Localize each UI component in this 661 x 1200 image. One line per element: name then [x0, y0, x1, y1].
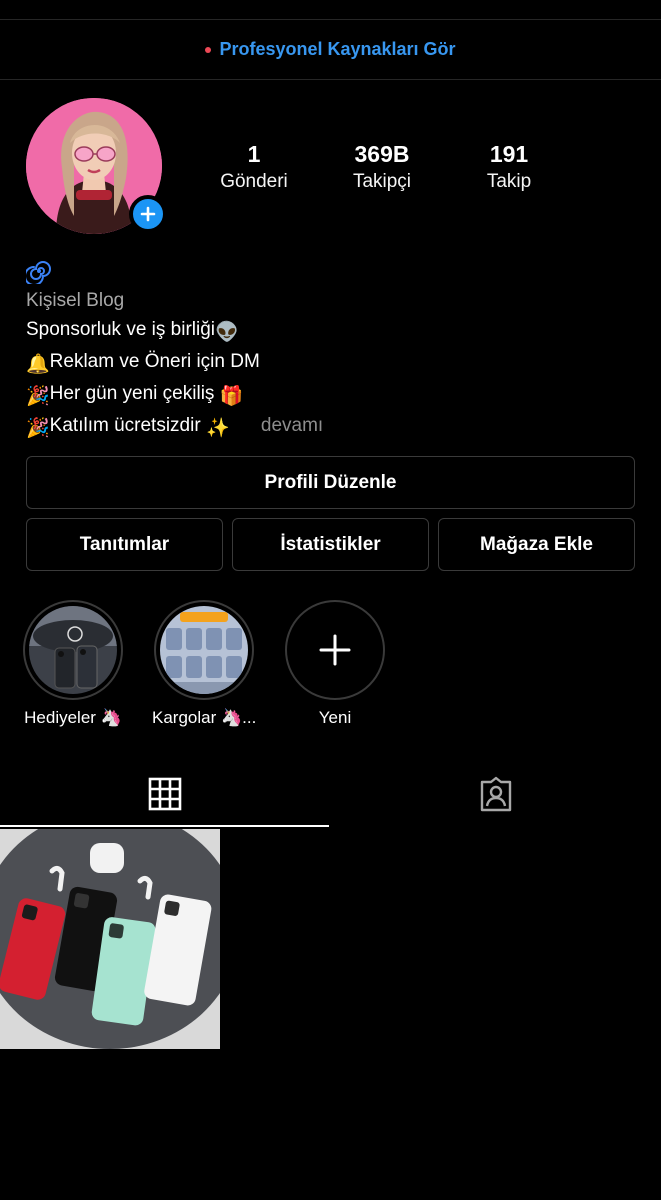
profile-tabs: [0, 760, 661, 828]
highlight-shipments[interactable]: Kargolar 🦄...: [152, 600, 256, 728]
highlight-ring: [23, 600, 123, 700]
bio-line-2: 🔔Reklam ve Öneri için DM: [26, 347, 636, 379]
plus-icon: [319, 634, 351, 666]
party-emoji: 🎉: [26, 386, 50, 407]
highlight-cover-image: [29, 606, 117, 694]
alien-emoji: 👽: [215, 322, 239, 343]
grid-post-thumbnail[interactable]: [0, 829, 220, 1049]
highlight-ring: [285, 600, 385, 700]
followers-count-value: 369B: [354, 141, 410, 167]
bio-line-1: Sponsorluk ve iş birliği👽: [26, 315, 636, 347]
highlight-label: Hediyeler 🦄: [24, 708, 122, 727]
followers-count-label: Takipçi: [352, 171, 412, 192]
profile-bio: Kişisel Blog Sponsorluk ve iş birliği👽 🔔…: [24, 258, 636, 443]
bio-line-4-text: Katılım ücretsizdir: [49, 415, 201, 436]
bio-category: Kişisel Blog: [26, 290, 125, 311]
new-highlight-button[interactable]: Yeni: [283, 600, 387, 728]
bio-line-3-text: Her gün yeni çekiliş: [49, 383, 215, 404]
party-emoji: 🎉: [26, 418, 50, 439]
highlight-ring: [154, 600, 254, 700]
bio-line-3: 🎉Her gün yeni çekiliş 🎁: [26, 379, 636, 411]
followers-count[interactable]: 369B Takipçi: [327, 140, 437, 196]
bell-emoji: 🔔: [26, 354, 50, 375]
gift-emoji: 🎁: [219, 386, 244, 407]
following-count-value: 191: [489, 141, 529, 167]
add-story-button[interactable]: [129, 195, 167, 233]
bio-line-4: 🎉Katılım ücretsizdir ✨ devamı: [26, 411, 636, 443]
highlight-label: Kargolar 🦄...: [152, 708, 257, 727]
bio-more-link[interactable]: devamı: [261, 415, 323, 436]
plus-icon: [140, 206, 156, 222]
posts-count-value: 1: [247, 141, 261, 167]
highlight-gifts[interactable]: Hediyeler 🦄: [21, 600, 125, 728]
edit-profile-button[interactable]: Profili Düzenle: [26, 456, 635, 509]
status-strip: [0, 0, 661, 20]
highlight-cover-image: [160, 606, 248, 694]
following-count-label: Takip: [486, 171, 532, 192]
posts-count[interactable]: 1 Gönderi: [199, 140, 309, 196]
add-shop-button[interactable]: Mağaza Ekle: [438, 518, 635, 571]
tab-tagged[interactable]: [330, 760, 661, 828]
professional-resources-banner[interactable]: Profesyonel Kaynakları Gör: [0, 20, 661, 80]
active-tab-indicator: [0, 825, 329, 827]
tab-posts-grid[interactable]: [0, 760, 329, 828]
highlight-label: Yeni: [318, 708, 352, 727]
insights-button[interactable]: İstatistikler: [232, 518, 429, 571]
bio-line-1-text: Sponsorluk ve iş birliği: [26, 319, 216, 340]
spiral-icon: [24, 258, 52, 286]
grid-icon: [148, 777, 181, 811]
professional-resources-link[interactable]: Profesyonel Kaynakları Gör: [219, 39, 455, 60]
notification-dot: [205, 46, 212, 53]
sparkles-emoji: ✨: [205, 418, 230, 439]
following-count[interactable]: 191 Takip: [454, 140, 564, 196]
posts-count-label: Gönderi: [220, 171, 288, 192]
bio-line-2-text: Reklam ve Öneri için DM: [49, 351, 260, 372]
tagged-icon: [480, 776, 511, 812]
promotions-button[interactable]: Tanıtımlar: [26, 518, 223, 571]
